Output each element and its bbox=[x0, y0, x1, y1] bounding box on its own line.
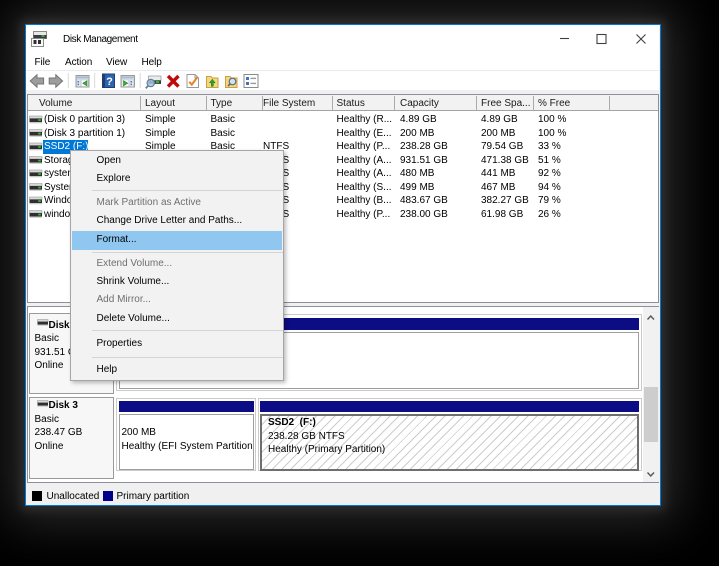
svg-text:?: ? bbox=[106, 76, 113, 88]
